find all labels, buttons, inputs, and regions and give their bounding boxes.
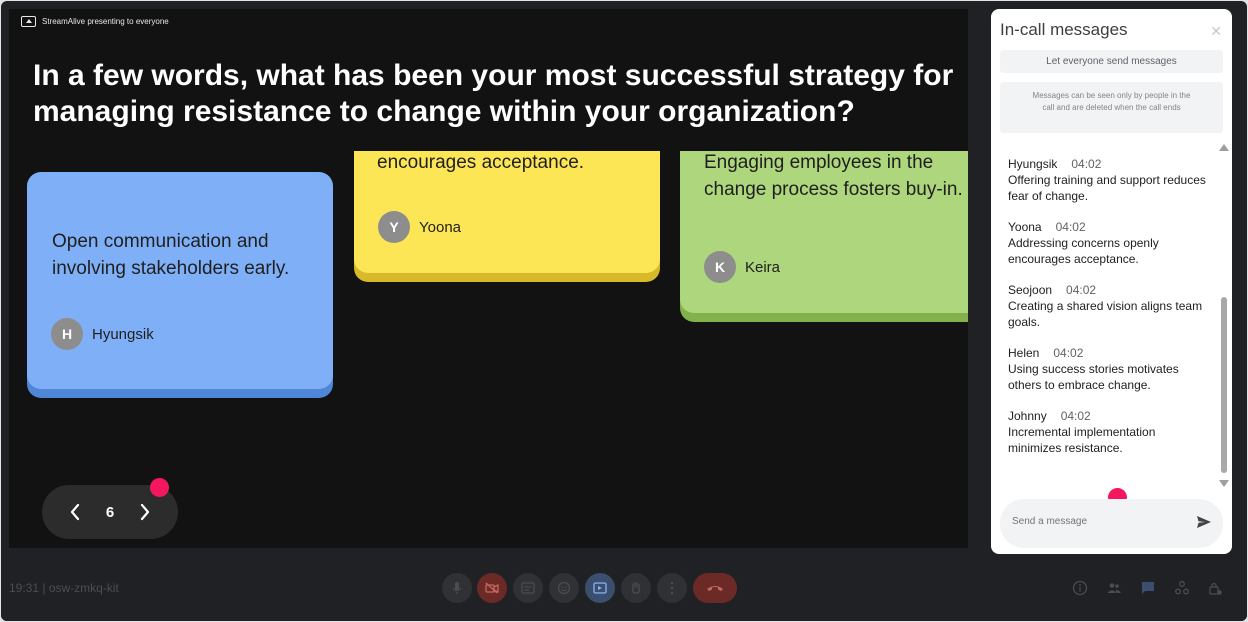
message-item: Seojoon 04:02 Creating a shared vision al… bbox=[1008, 282, 1208, 330]
presenting-banner: StreamAlive presenting to everyone bbox=[21, 16, 169, 27]
page-number: 6 bbox=[105, 503, 115, 521]
captions-button[interactable] bbox=[513, 573, 543, 603]
pointer-dot bbox=[150, 478, 169, 497]
scroll-down-arrow[interactable] bbox=[1219, 480, 1229, 487]
sender-name: Hyungsik bbox=[1008, 157, 1058, 171]
present-screen-icon bbox=[21, 16, 36, 27]
author-name: Yoona bbox=[419, 218, 461, 236]
sender-name: Seojoon bbox=[1008, 283, 1053, 297]
message-text: Offering training and support reduces fe… bbox=[1008, 173, 1206, 203]
emoji-icon bbox=[557, 581, 571, 595]
activities-icon[interactable] bbox=[1174, 580, 1190, 596]
poll-question: In a few words, what has been your most … bbox=[33, 59, 954, 128]
meet-window: StreamAlive presenting to everyone In a … bbox=[1, 1, 1247, 621]
response-card: Open communication and involving stakeho… bbox=[27, 172, 333, 389]
info-icon[interactable] bbox=[1072, 580, 1088, 596]
sender-name: Johnny bbox=[1008, 409, 1047, 423]
message-text: Using success stories motivates others t… bbox=[1008, 362, 1179, 392]
sender-name: Yoona bbox=[1008, 220, 1042, 234]
message-item: Hyungsik 04:02 Offering training and supp… bbox=[1008, 156, 1208, 204]
close-icon[interactable]: ✕ bbox=[1210, 23, 1222, 40]
presentation-stage: StreamAlive presenting to everyone In a … bbox=[9, 9, 968, 548]
scrollbar-thumb[interactable] bbox=[1221, 297, 1227, 473]
send-message-input[interactable] bbox=[1012, 516, 1182, 527]
panel-title: In-call messages bbox=[1000, 20, 1128, 39]
card-author: Y Yoona bbox=[378, 211, 461, 243]
host-controls-icon[interactable] bbox=[1207, 580, 1223, 596]
response-card: Engaging employees in the change process… bbox=[680, 151, 968, 313]
presenting-label: StreamAlive presenting to everyone bbox=[42, 17, 169, 26]
avatar: K bbox=[704, 251, 736, 283]
message-item: Johnny 04:02 Incremental implementation m… bbox=[1008, 408, 1208, 456]
scroll-up-arrow[interactable] bbox=[1219, 144, 1229, 151]
message-item: Helen 04:02 Using success stories motivat… bbox=[1008, 345, 1208, 393]
message-text: Creating a shared vision aligns team goa… bbox=[1008, 299, 1203, 329]
author-name: Keira bbox=[745, 258, 781, 276]
present-button[interactable] bbox=[585, 573, 615, 603]
message-time: 04:02 bbox=[1053, 346, 1084, 360]
chevron-right-icon[interactable] bbox=[134, 501, 156, 523]
message-list: Hyungsik 04:02 Offering training and supp… bbox=[1008, 156, 1208, 471]
microphone-icon bbox=[452, 582, 462, 594]
message-time: 04:02 bbox=[1060, 409, 1091, 423]
message-time: 04:02 bbox=[1055, 220, 1086, 234]
camera-off-icon bbox=[485, 582, 499, 594]
in-call-messages-panel: In-call messages ✕ Let everyone send mes… bbox=[991, 9, 1232, 554]
card-text: encourages acceptance. bbox=[377, 152, 585, 173]
leave-call-button[interactable] bbox=[693, 573, 737, 603]
send-icon[interactable] bbox=[1196, 515, 1212, 534]
sender-name: Helen bbox=[1008, 346, 1040, 360]
end-call-icon bbox=[707, 586, 723, 591]
message-item: Yoona 04:02 Addressing concerns openly en… bbox=[1008, 219, 1208, 267]
message-text: Addressing concerns openly encourages ac… bbox=[1008, 236, 1159, 266]
author-name: Hyungsik bbox=[92, 325, 154, 343]
chevron-left-icon[interactable] bbox=[64, 501, 86, 523]
raise-hand-button[interactable] bbox=[621, 573, 651, 603]
microphone-button[interactable] bbox=[442, 573, 472, 603]
avatar: Y bbox=[378, 211, 410, 243]
card-author: K Keira bbox=[704, 251, 780, 283]
send-message-box bbox=[1000, 499, 1223, 548]
card-author: H Hyungsik bbox=[51, 318, 154, 350]
response-card: encourages acceptance. Y Yoona bbox=[354, 151, 660, 273]
card-text: Open communication and involving stakeho… bbox=[52, 231, 290, 279]
messages-notice: Messages can be seen only by people in t… bbox=[1000, 82, 1223, 133]
let-everyone-send-toggle[interactable]: Let everyone send messages bbox=[1000, 50, 1223, 73]
card-text: Engaging employees in the change process… bbox=[704, 152, 963, 200]
message-text: Incremental implementation minimizes res… bbox=[1008, 425, 1156, 455]
response-cards: Open communication and involving stakeho… bbox=[9, 151, 968, 411]
more-vert-icon bbox=[670, 581, 674, 595]
meeting-controls-bar: 19:31 | osw-zmkq-kit bbox=[1, 554, 1247, 621]
present-icon bbox=[593, 582, 607, 594]
message-time: 04:02 bbox=[1071, 157, 1102, 171]
camera-button[interactable] bbox=[477, 573, 507, 603]
message-time: 04:02 bbox=[1066, 283, 1097, 297]
people-icon[interactable] bbox=[1106, 580, 1122, 596]
captions-icon bbox=[521, 582, 535, 594]
chat-icon[interactable] bbox=[1140, 580, 1156, 596]
more-options-button[interactable] bbox=[657, 573, 687, 603]
hand-icon bbox=[632, 581, 640, 594]
reactions-button[interactable] bbox=[549, 573, 579, 603]
avatar: H bbox=[51, 318, 83, 350]
meeting-info: 19:31 | osw-zmkq-kit bbox=[9, 581, 119, 595]
